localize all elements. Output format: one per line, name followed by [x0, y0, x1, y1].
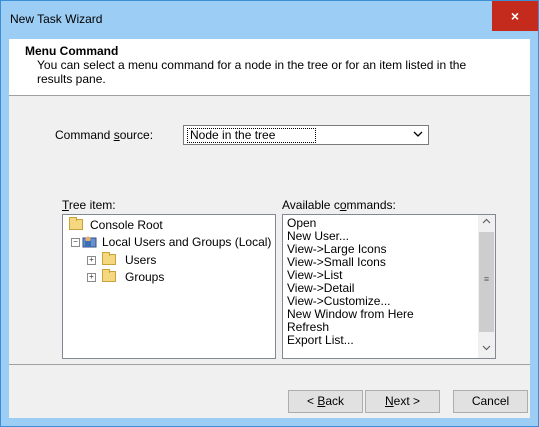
command-source-dropdown[interactable]: Node in the tree: [183, 125, 429, 145]
next-button[interactable]: Next >: [365, 390, 440, 413]
available-commands-list[interactable]: Open New User... View->Large Icons View-…: [282, 214, 496, 359]
close-button[interactable]: ×: [492, 1, 538, 31]
folder-icon: [102, 269, 116, 282]
vertical-scrollbar[interactable]: ≡: [478, 215, 495, 358]
grip-icon: ≡: [483, 274, 490, 284]
window-title: New Task Wizard: [10, 12, 103, 26]
chevron-down-icon[interactable]: [413, 128, 423, 142]
cancel-button[interactable]: Cancel: [453, 390, 528, 413]
wizard-body: Menu Command You can select a menu comma…: [9, 39, 530, 418]
command-source-label: Command source:: [55, 128, 154, 142]
scroll-up-icon[interactable]: [478, 215, 495, 232]
scroll-down-icon[interactable]: [478, 341, 495, 358]
expand-icon[interactable]: +: [87, 273, 96, 282]
available-commands-label: Available commands:: [282, 198, 396, 212]
folder-icon: [102, 252, 116, 265]
tree-item-label: Tree item:: [62, 198, 116, 212]
header-description: You can select a menu command for a node…: [37, 58, 467, 86]
footer-divider: [9, 364, 530, 365]
title-bar[interactable]: New Task Wizard ×: [1, 1, 538, 39]
wizard-window: New Task Wizard × Menu Command You can s…: [0, 0, 539, 427]
tree-view[interactable]: Console Root − Local Users and Groups (L…: [62, 214, 276, 359]
command-source-value: Node in the tree: [187, 128, 317, 143]
scrollbar-thumb[interactable]: ≡: [479, 232, 494, 332]
folder-icon: [69, 217, 83, 230]
wizard-header: Menu Command You can select a menu comma…: [9, 39, 530, 96]
collapse-icon[interactable]: −: [71, 238, 80, 247]
header-title: Menu Command: [25, 44, 119, 58]
expand-icon[interactable]: +: [87, 256, 96, 265]
back-button[interactable]: < Back: [288, 390, 363, 413]
command-item[interactable]: Export List...: [287, 334, 354, 347]
users-groups-icon: [82, 236, 97, 248]
close-icon: ×: [510, 8, 520, 24]
